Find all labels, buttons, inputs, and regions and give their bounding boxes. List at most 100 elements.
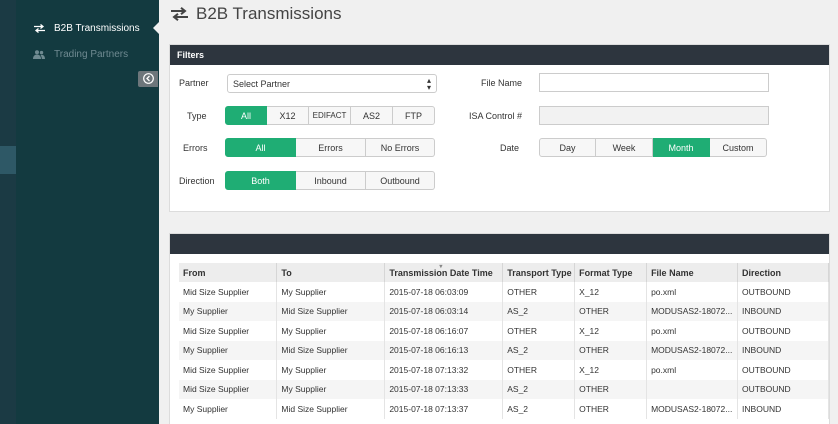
- select-arrows-icon: ▴ ▾: [426, 76, 431, 92]
- errors-all-button[interactable]: All: [225, 138, 296, 157]
- cell-from: My Supplier: [179, 301, 278, 321]
- date-month-button[interactable]: Month: [653, 138, 710, 157]
- cell-from: Mid Size Supplier: [179, 360, 278, 380]
- sidebar-item-label: B2B Transmissions: [54, 22, 140, 34]
- cell-transport-type: AS_2: [502, 340, 576, 360]
- table-row[interactable]: Mid Size Supplier My Supplier 2015-07-18…: [179, 379, 829, 399]
- column-header-to[interactable]: To: [276, 263, 386, 282]
- table-row[interactable]: My Supplier Mid Size Supplier 2015-07-18…: [179, 301, 829, 321]
- main-content: B2B Transmissions Filters Partner Select…: [159, 0, 838, 424]
- cell-date-time: 2015-07-18 06:16:13: [384, 340, 504, 360]
- results-header: [170, 234, 829, 254]
- partner-select-value: Select Partner: [233, 78, 291, 89]
- transmissions-table: From To Transmission Date Time ▾ Transpo…: [179, 263, 829, 419]
- sidebar: B2B Transmissions Trading Partners: [16, 0, 159, 424]
- sidebar-item-b2b-transmissions[interactable]: B2B Transmissions: [16, 15, 159, 41]
- cell-file-name: po.xml: [646, 282, 739, 302]
- users-icon: [32, 49, 46, 59]
- cell-transport-type: AS_2: [502, 379, 576, 399]
- cell-format-type: X_12: [574, 321, 648, 341]
- direction-inbound-button[interactable]: Inbound: [296, 171, 366, 190]
- direction-both-button[interactable]: Both: [225, 171, 296, 190]
- file-name-label: File Name: [481, 78, 523, 88]
- cell-date-time: 2015-07-18 06:03:09: [384, 282, 504, 302]
- left-edge-strip: [0, 0, 16, 424]
- sidebar-item-trading-partners[interactable]: Trading Partners: [16, 41, 159, 67]
- type-edifact-button[interactable]: EDIFACT: [309, 106, 351, 125]
- partner-select[interactable]: Select Partner ▴ ▾: [227, 74, 437, 93]
- cell-format-type: OTHER: [574, 340, 648, 360]
- table-row[interactable]: Mid Size Supplier My Supplier 2015-07-18…: [179, 282, 829, 302]
- date-label: Date: [500, 143, 520, 153]
- cell-transport-type: OTHER: [502, 360, 576, 380]
- cell-file-name: MODUSAS2-18072...: [646, 340, 739, 360]
- collapse-left-icon: [142, 72, 154, 86]
- table-row[interactable]: My Supplier Mid Size Supplier 2015-07-18…: [179, 340, 829, 360]
- table-row[interactable]: Mid Size Supplier My Supplier 2015-07-18…: [179, 321, 829, 341]
- filters-header: Filters: [170, 45, 829, 65]
- cell-file-name: po.xml: [646, 321, 739, 341]
- cell-transport-type: AS_2: [502, 301, 576, 321]
- column-header-from[interactable]: From: [179, 263, 278, 282]
- date-day-button[interactable]: Day: [539, 138, 596, 157]
- isa-control-label: ISA Control #: [469, 111, 523, 121]
- type-ftp-button[interactable]: FTP: [393, 106, 435, 125]
- cell-from: Mid Size Supplier: [179, 321, 278, 341]
- cell-to: My Supplier: [276, 282, 386, 302]
- cell-format-type: OTHER: [574, 379, 648, 399]
- filters-panel: Filters Partner Select Partner ▴ ▾ Type A…: [169, 44, 830, 212]
- column-header-format-type[interactable]: Format Type: [574, 263, 648, 282]
- partner-label: Partner: [179, 78, 209, 88]
- cell-date-time: 2015-07-18 07:13:37: [384, 399, 504, 419]
- cell-date-time: 2015-07-18 07:13:33: [384, 379, 504, 399]
- cell-direction: OUTBOUND: [737, 321, 829, 341]
- direction-outbound-button[interactable]: Outbound: [366, 171, 435, 190]
- column-header-transport-type[interactable]: Transport Type: [502, 263, 576, 282]
- date-custom-button[interactable]: Custom: [710, 138, 767, 157]
- cell-transport-type: OTHER: [502, 282, 576, 302]
- cell-to: My Supplier: [276, 379, 386, 399]
- errors-errors-button[interactable]: Errors: [296, 138, 366, 157]
- cell-format-type: OTHER: [574, 301, 648, 321]
- cell-from: My Supplier: [179, 399, 278, 419]
- cell-to: My Supplier: [276, 360, 386, 380]
- errors-label: Errors: [183, 143, 208, 153]
- date-week-button[interactable]: Week: [596, 138, 653, 157]
- cell-date-time: 2015-07-18 07:13:32: [384, 360, 504, 380]
- cell-file-name: MODUSAS2-18072...: [646, 399, 739, 419]
- isa-control-input[interactable]: [539, 106, 769, 125]
- cell-format-type: OTHER: [574, 399, 648, 419]
- column-header-direction[interactable]: Direction: [737, 263, 829, 282]
- cell-direction: OUTBOUND: [737, 379, 829, 399]
- table-row[interactable]: Mid Size Supplier My Supplier 2015-07-18…: [179, 360, 829, 380]
- cell-direction: INBOUND: [737, 399, 829, 419]
- type-label: Type: [187, 111, 207, 121]
- cell-direction: OUTBOUND: [737, 360, 829, 380]
- cell-transport-type: AS_2: [502, 399, 576, 419]
- cell-from: Mid Size Supplier: [179, 379, 278, 399]
- results-panel: From To Transmission Date Time ▾ Transpo…: [169, 233, 830, 424]
- collapse-sidebar-button[interactable]: [138, 71, 158, 87]
- table-header-row: From To Transmission Date Time ▾ Transpo…: [179, 263, 829, 282]
- cell-date-time: 2015-07-18 06:16:07: [384, 321, 504, 341]
- cell-from: My Supplier: [179, 340, 278, 360]
- cell-format-type: X_12: [574, 282, 648, 302]
- errors-button-group: All Errors No Errors: [225, 138, 435, 157]
- cell-to: Mid Size Supplier: [276, 301, 386, 321]
- column-header-transmission-date-time[interactable]: Transmission Date Time ▾: [384, 263, 504, 282]
- direction-button-group: Both Inbound Outbound: [225, 171, 435, 190]
- file-name-input[interactable]: [539, 73, 769, 92]
- cell-format-type: X_12: [574, 360, 648, 380]
- cell-direction: INBOUND: [737, 340, 829, 360]
- cell-file-name: [646, 379, 739, 399]
- type-x12-button[interactable]: X12: [267, 106, 309, 125]
- type-as2-button[interactable]: AS2: [351, 106, 393, 125]
- type-all-button[interactable]: All: [225, 106, 267, 125]
- cell-file-name: po.xml: [646, 360, 739, 380]
- errors-no-errors-button[interactable]: No Errors: [366, 138, 435, 157]
- edge-marker: [0, 146, 16, 174]
- table-row[interactable]: My Supplier Mid Size Supplier 2015-07-18…: [179, 399, 829, 419]
- column-header-file-name[interactable]: File Name: [646, 263, 739, 282]
- date-button-group: Day Week Month Custom: [539, 138, 767, 157]
- cell-direction: INBOUND: [737, 301, 829, 321]
